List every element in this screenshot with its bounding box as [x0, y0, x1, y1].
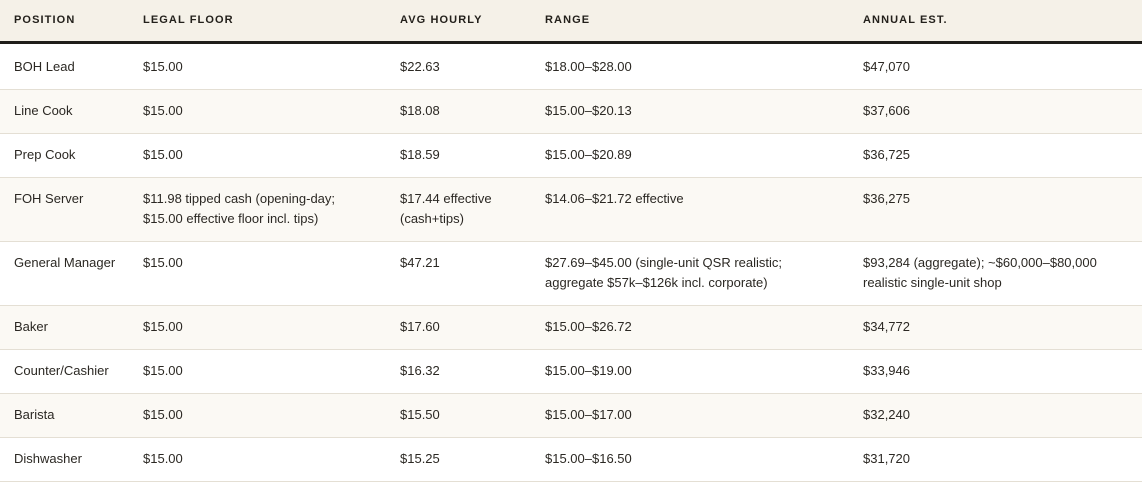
cell-annual-est: $32,240: [849, 393, 1142, 438]
table-body: BOH Lead $15.00 $22.63 $18.00–$28.00 $47…: [0, 42, 1142, 482]
header-position[interactable]: POSITION: [0, 0, 129, 44]
table-row: BOH Lead $15.00 $22.63 $18.00–$28.00 $47…: [0, 42, 1142, 90]
cell-legal-floor: $11.98 tipped cash (opening-day; $15.00 …: [129, 177, 386, 242]
table-row: Counter/Cashier $15.00 $16.32 $15.00–$19…: [0, 349, 1142, 394]
cell-annual-est: $47,070: [849, 42, 1142, 90]
table-row: FOH Server $11.98 tipped cash (opening-d…: [0, 177, 1142, 242]
table-row: General Manager $15.00 $47.21 $27.69–$45…: [0, 241, 1142, 306]
table-row: Baker $15.00 $17.60 $15.00–$26.72 $34,77…: [0, 305, 1142, 350]
cell-avg-hourly: $17.60: [386, 305, 531, 350]
cell-range: $14.06–$21.72 effective: [531, 177, 849, 242]
table-row: Dishwasher $15.00 $15.25 $15.00–$16.50 $…: [0, 437, 1142, 482]
cell-avg-hourly: $17.44 effective (cash+tips): [386, 177, 531, 242]
cell-legal-floor: $15.00: [129, 241, 386, 306]
cell-range: $15.00–$20.13: [531, 89, 849, 134]
cell-position: Barista: [0, 393, 129, 438]
cell-position: Counter/Cashier: [0, 349, 129, 394]
wage-table: POSITION LEGAL FLOOR AVG HOURLY RANGE AN…: [0, 0, 1142, 482]
cell-position: Dishwasher: [0, 437, 129, 482]
cell-legal-floor: $15.00: [129, 133, 386, 178]
header-annual-est[interactable]: ANNUAL EST.: [849, 0, 1142, 44]
cell-range: $18.00–$28.00: [531, 42, 849, 90]
cell-avg-hourly: $15.25: [386, 437, 531, 482]
cell-range: $27.69–$45.00 (single-unit QSR realistic…: [531, 241, 849, 306]
cell-annual-est: $36,725: [849, 133, 1142, 178]
table-row: Line Cook $15.00 $18.08 $15.00–$20.13 $3…: [0, 89, 1142, 134]
cell-legal-floor: $15.00: [129, 89, 386, 134]
cell-range: $15.00–$16.50: [531, 437, 849, 482]
cell-legal-floor: $15.00: [129, 305, 386, 350]
cell-range: $15.00–$19.00: [531, 349, 849, 394]
header-legal-floor[interactable]: LEGAL FLOOR: [129, 0, 386, 44]
cell-avg-hourly: $16.32: [386, 349, 531, 394]
cell-avg-hourly: $47.21: [386, 241, 531, 306]
cell-position: General Manager: [0, 241, 129, 306]
cell-annual-est: $93,284 (aggregate); ~$60,000–$80,000 re…: [849, 241, 1142, 306]
cell-legal-floor: $15.00: [129, 393, 386, 438]
cell-position: FOH Server: [0, 177, 129, 242]
cell-range: $15.00–$26.72: [531, 305, 849, 350]
cell-position: Prep Cook: [0, 133, 129, 178]
cell-legal-floor: $15.00: [129, 349, 386, 394]
cell-avg-hourly: $22.63: [386, 42, 531, 90]
cell-avg-hourly: $15.50: [386, 393, 531, 438]
cell-avg-hourly: $18.59: [386, 133, 531, 178]
cell-range: $15.00–$20.89: [531, 133, 849, 178]
cell-annual-est: $31,720: [849, 437, 1142, 482]
table-row: Barista $15.00 $15.50 $15.00–$17.00 $32,…: [0, 393, 1142, 438]
cell-range: $15.00–$17.00: [531, 393, 849, 438]
cell-position: BOH Lead: [0, 42, 129, 90]
header-avg-hourly[interactable]: AVG HOURLY: [386, 0, 531, 44]
cell-annual-est: $33,946: [849, 349, 1142, 394]
table-row: Prep Cook $15.00 $18.59 $15.00–$20.89 $3…: [0, 133, 1142, 178]
cell-legal-floor: $15.00: [129, 42, 386, 90]
cell-annual-est: $34,772: [849, 305, 1142, 350]
cell-position: Baker: [0, 305, 129, 350]
header-row: POSITION LEGAL FLOOR AVG HOURLY RANGE AN…: [0, 0, 1142, 44]
cell-legal-floor: $15.00: [129, 437, 386, 482]
cell-position: Line Cook: [0, 89, 129, 134]
table-header: POSITION LEGAL FLOOR AVG HOURLY RANGE AN…: [0, 0, 1142, 44]
header-range[interactable]: RANGE: [531, 0, 849, 44]
cell-avg-hourly: $18.08: [386, 89, 531, 134]
cell-annual-est: $36,275: [849, 177, 1142, 242]
cell-annual-est: $37,606: [849, 89, 1142, 134]
